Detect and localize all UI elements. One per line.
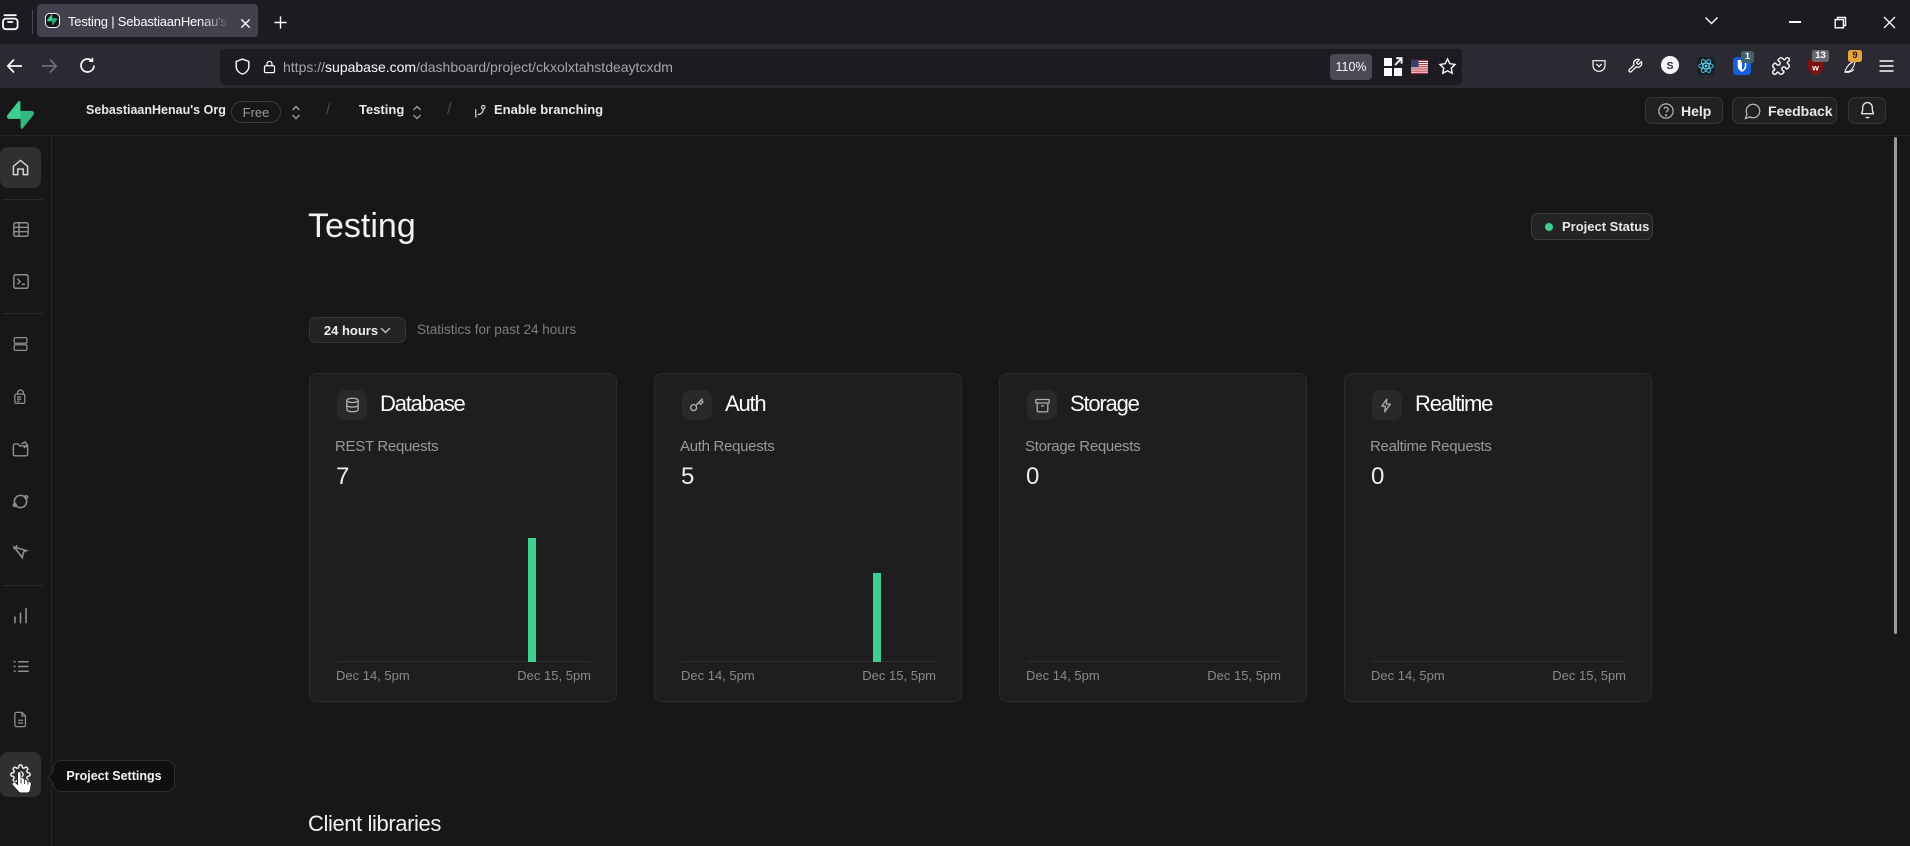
svg-text:w: w	[1811, 62, 1819, 72]
svg-text:S: S	[1667, 61, 1674, 72]
